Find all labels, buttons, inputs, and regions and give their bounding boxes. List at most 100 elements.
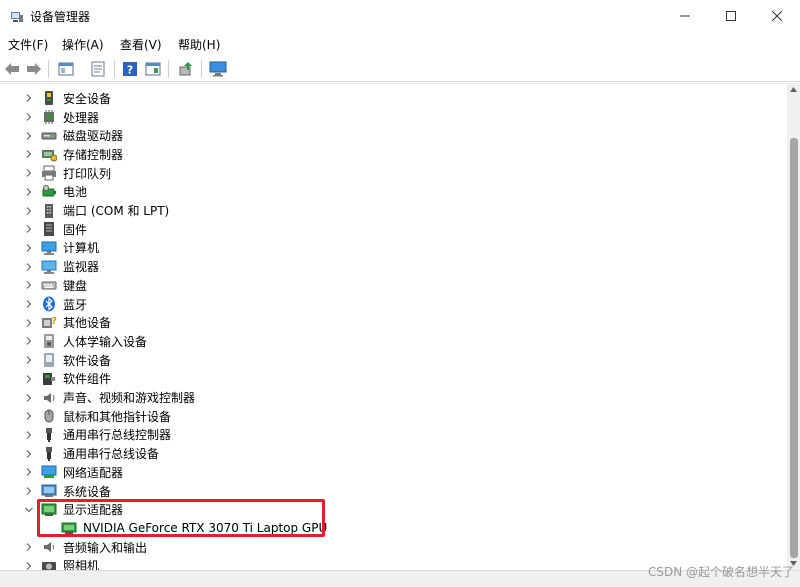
help-button[interactable]: ? <box>120 59 140 79</box>
audio-io-icon <box>44 542 54 553</box>
device-category[interactable]: 音频输入和输出 <box>0 538 787 557</box>
chevron-right-icon[interactable] <box>24 131 34 141</box>
chevron-right-icon[interactable] <box>24 561 34 570</box>
scroll-thumb[interactable] <box>790 138 798 558</box>
device-label: 电池 <box>63 185 88 200</box>
chevron-right-icon[interactable] <box>24 299 34 309</box>
device-category[interactable]: 电池 <box>0 183 787 202</box>
device-category[interactable]: 通用串行总线控制器 <box>0 426 787 445</box>
device-category[interactable]: 计算机 <box>0 239 787 258</box>
menu-help[interactable]: 帮助(H) <box>178 36 220 53</box>
device-category[interactable]: 打印队列 <box>0 164 787 183</box>
menu-action[interactable]: 操作(A) <box>62 36 104 53</box>
device-category[interactable]: 系统设备 <box>0 482 787 501</box>
scan-hardware-button[interactable] <box>208 59 228 79</box>
device-label: 软件组件 <box>63 372 112 387</box>
minimize-button[interactable] <box>662 0 708 32</box>
menu-view[interactable]: 查看(V) <box>120 36 162 53</box>
update-driver-button[interactable] <box>176 59 196 79</box>
chevron-right-icon[interactable] <box>24 411 34 421</box>
device-category[interactable]: 安全设备 <box>0 89 787 108</box>
device-category[interactable]: 存储控制器 <box>0 145 787 164</box>
device-category[interactable]: ? 其他设备 <box>0 313 787 332</box>
chevron-right-icon[interactable] <box>24 262 34 272</box>
network-adapter-icon <box>41 465 57 479</box>
printer-icon <box>42 165 56 181</box>
camera-icon <box>42 561 56 570</box>
chevron-right-icon[interactable] <box>24 224 34 234</box>
scroll-up-arrow-icon[interactable] <box>789 86 798 94</box>
chevron-right-icon[interactable] <box>24 467 34 477</box>
show-action-pane-button[interactable] <box>143 59 163 79</box>
chevron-right-icon[interactable] <box>24 374 34 384</box>
device-label: 网络适配器 <box>63 465 124 480</box>
vertical-scrollbar[interactable] <box>787 83 800 570</box>
chevron-right-icon[interactable] <box>24 112 34 122</box>
device-label: 通用串行总线设备 <box>63 447 160 462</box>
device-category[interactable]: 磁盘驱动器 <box>0 126 787 145</box>
title-bar: 设备管理器 <box>0 0 800 32</box>
back-button[interactable] <box>2 59 22 79</box>
chevron-right-icon[interactable] <box>24 336 34 346</box>
chevron-right-icon[interactable] <box>24 243 34 253</box>
chevron-right-icon[interactable] <box>24 449 34 459</box>
device-category[interactable]: 处理器 <box>0 108 787 127</box>
device-label: NVIDIA GeForce RTX 3070 Ti Laptop GPU <box>83 521 328 536</box>
chevron-right-icon[interactable] <box>24 318 34 328</box>
chevron-right-icon[interactable] <box>24 206 34 216</box>
chevron-right-icon[interactable] <box>24 280 34 290</box>
device-category[interactable]: 蓝牙 <box>0 295 787 314</box>
svg-text:?: ? <box>51 316 57 327</box>
chevron-right-icon[interactable] <box>24 542 34 552</box>
device-category[interactable]: 网络适配器 <box>0 463 787 482</box>
chevron-right-icon[interactable] <box>24 430 34 440</box>
device-label: 蓝牙 <box>63 297 88 312</box>
gpu-icon <box>61 522 77 535</box>
device-label: 存储控制器 <box>63 147 124 162</box>
device-label: 照相机 <box>63 559 100 570</box>
device-category[interactable]: 键盘 <box>0 276 787 295</box>
chevron-right-icon[interactable] <box>24 486 34 496</box>
processor-icon <box>44 110 54 125</box>
usb-icon <box>46 427 52 442</box>
device-category[interactable]: 软件设备 <box>0 351 787 370</box>
device-category[interactable]: 显示适配器 <box>0 500 787 519</box>
forward-arrow-icon <box>27 63 41 75</box>
chevron-right-icon[interactable] <box>24 168 34 178</box>
device-tree: 安全设备 处理器磁盘驱动器存储控制器打印队列电池端口 (COM 和 LPT) 固件计… <box>0 83 787 570</box>
device-category[interactable]: 人体学输入设备 <box>0 332 787 351</box>
show-hide-console-button[interactable] <box>56 59 76 79</box>
device-item[interactable]: NVIDIA GeForce RTX 3070 Ti Laptop GPU <box>0 519 787 538</box>
chevron-right-icon[interactable] <box>24 355 34 365</box>
maximize-icon <box>726 11 736 21</box>
device-label: 监视器 <box>63 260 100 275</box>
device-category[interactable]: 通用串行总线设备 <box>0 444 787 463</box>
device-category[interactable]: 软件组件 <box>0 370 787 389</box>
chevron-down-icon[interactable] <box>24 505 34 515</box>
device-category[interactable]: 声音、视频和游戏控制器 <box>0 388 787 407</box>
device-category[interactable]: 端口 (COM 和 LPT) <box>0 201 787 220</box>
monitor-icon <box>41 260 57 274</box>
chevron-right-icon[interactable] <box>24 149 34 159</box>
chevron-right-icon[interactable] <box>24 393 34 403</box>
back-arrow-icon <box>5 63 19 75</box>
device-category[interactable]: 监视器 <box>0 257 787 276</box>
toolbar-separator <box>114 60 115 78</box>
properties-sheet-icon <box>91 61 105 77</box>
chevron-right-icon[interactable] <box>24 93 34 103</box>
chevron-right-icon[interactable] <box>24 187 34 197</box>
properties-button[interactable] <box>88 59 108 79</box>
device-label: 固件 <box>63 222 88 237</box>
device-label: 端口 (COM 和 LPT) <box>63 204 170 219</box>
display-adapter-icon <box>41 503 57 516</box>
maximize-button[interactable] <box>708 0 754 32</box>
forward-button[interactable] <box>24 59 44 79</box>
device-category[interactable]: 固件 <box>0 220 787 239</box>
device-category[interactable]: 鼠标和其他指针设备 <box>0 407 787 426</box>
menu-file[interactable]: 文件(F) <box>8 36 48 53</box>
disk-drive-icon <box>41 132 57 140</box>
device-label: 磁盘驱动器 <box>63 129 124 144</box>
close-button[interactable] <box>754 0 800 32</box>
device-label: 其他设备 <box>63 316 112 331</box>
device-label: 鼠标和其他指针设备 <box>63 409 172 424</box>
